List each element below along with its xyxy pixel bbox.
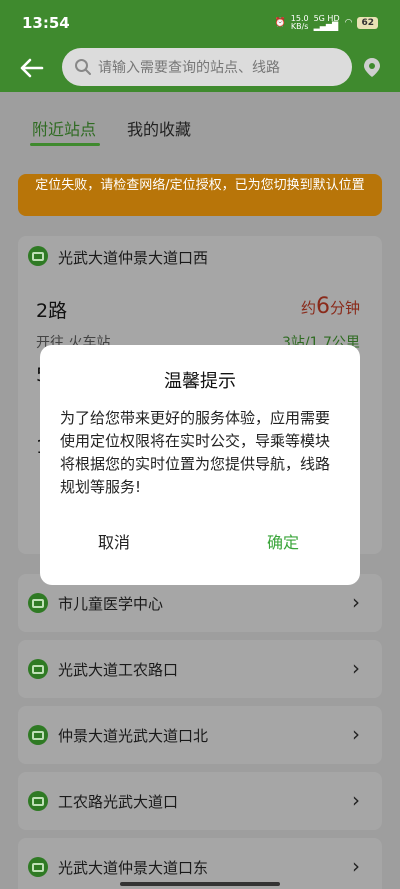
chevron-right-icon: › xyxy=(352,722,360,746)
chevron-right-icon: › xyxy=(352,854,360,878)
eta-value: 6 xyxy=(316,294,331,319)
home-indicator[interactable] xyxy=(120,882,280,886)
bus-stop-icon xyxy=(28,857,48,877)
tab-indicator xyxy=(30,143,100,146)
route-eta: 约6分钟 xyxy=(301,294,360,319)
station-name: 市儿童医学中心 xyxy=(58,595,164,613)
status-bar: 13:54 ⏰ 15.0 KB/s 5G HD ▂▄▆█ ◠ 62 xyxy=(0,0,400,44)
bus-stop-icon xyxy=(28,246,48,266)
status-time: 13:54 xyxy=(22,14,70,32)
confirm-button[interactable]: 确定 xyxy=(267,529,299,553)
wifi-icon: ◠ xyxy=(344,18,353,28)
station-list-item[interactable]: 光武大道工农路口 › xyxy=(18,640,382,698)
location-warning-banner: 定位失败，请检查网络/定位授权，已为您切换到默认位置 xyxy=(18,174,382,216)
tab-bar: 附近站点 我的收藏 xyxy=(0,92,400,152)
bus-stop-icon xyxy=(28,659,48,679)
network-label: 5G HD xyxy=(313,14,340,23)
location-pin-icon xyxy=(364,58,380,77)
app-bar: 请输入需要查询的站点、线路 xyxy=(0,44,400,92)
chevron-right-icon: › xyxy=(352,656,360,680)
signal-icon: 5G HD ▂▄▆█ xyxy=(313,14,340,31)
search-icon xyxy=(75,59,91,75)
chevron-right-icon: › xyxy=(352,788,360,812)
net-speed: 15.0 KB/s xyxy=(291,15,309,31)
status-icons: ⏰ 15.0 KB/s 5G HD ▂▄▆█ ◠ 62 xyxy=(275,15,378,31)
back-arrow-icon xyxy=(20,58,44,78)
bus-stop-icon xyxy=(28,593,48,613)
bus-stop-icon xyxy=(28,725,48,745)
permission-dialog: 温馨提示 为了给您带来更好的服务体验，应用需要使用定位权限将在实时公交，导乘等模… xyxy=(40,345,360,585)
dialog-message: 为了给您带来更好的服务体验，应用需要使用定位权限将在实时公交，导乘等模块将根据您… xyxy=(60,409,331,496)
location-button[interactable] xyxy=(360,56,384,80)
net-speed-unit: KB/s xyxy=(290,22,309,31)
alarm-icon: ⏰ xyxy=(274,18,286,28)
cancel-button[interactable]: 取消 xyxy=(98,529,130,553)
battery-icon: 62 xyxy=(357,17,378,29)
station-name: 工农路光武大道口 xyxy=(58,793,179,811)
station-name: 仲景大道光武大道口北 xyxy=(58,727,209,745)
search-placeholder: 请输入需要查询的站点、线路 xyxy=(98,60,280,76)
eta-prefix: 约 xyxy=(301,299,317,317)
tab-nearby[interactable]: 附近站点 xyxy=(32,116,96,140)
station-list-item[interactable]: 工农路光武大道口 › xyxy=(18,772,382,830)
bus-stop-icon xyxy=(28,791,48,811)
station-list-item[interactable]: 仲景大道光武大道口北 › xyxy=(18,706,382,764)
eta-unit: 分钟 xyxy=(330,299,361,317)
station-name: 光武大道仲景大道口东 xyxy=(58,859,209,877)
search-input[interactable]: 请输入需要查询的站点、线路 xyxy=(62,48,352,86)
back-button[interactable] xyxy=(14,52,48,84)
route-name[interactable]: 2路 xyxy=(36,296,67,323)
chevron-right-icon: › xyxy=(352,590,360,614)
dialog-title: 温馨提示 xyxy=(164,371,236,392)
station-name: 光武大道工农路口 xyxy=(58,661,179,679)
station-name: 光武大道仲景大道口西 xyxy=(58,249,209,267)
tab-favorites[interactable]: 我的收藏 xyxy=(127,116,191,140)
